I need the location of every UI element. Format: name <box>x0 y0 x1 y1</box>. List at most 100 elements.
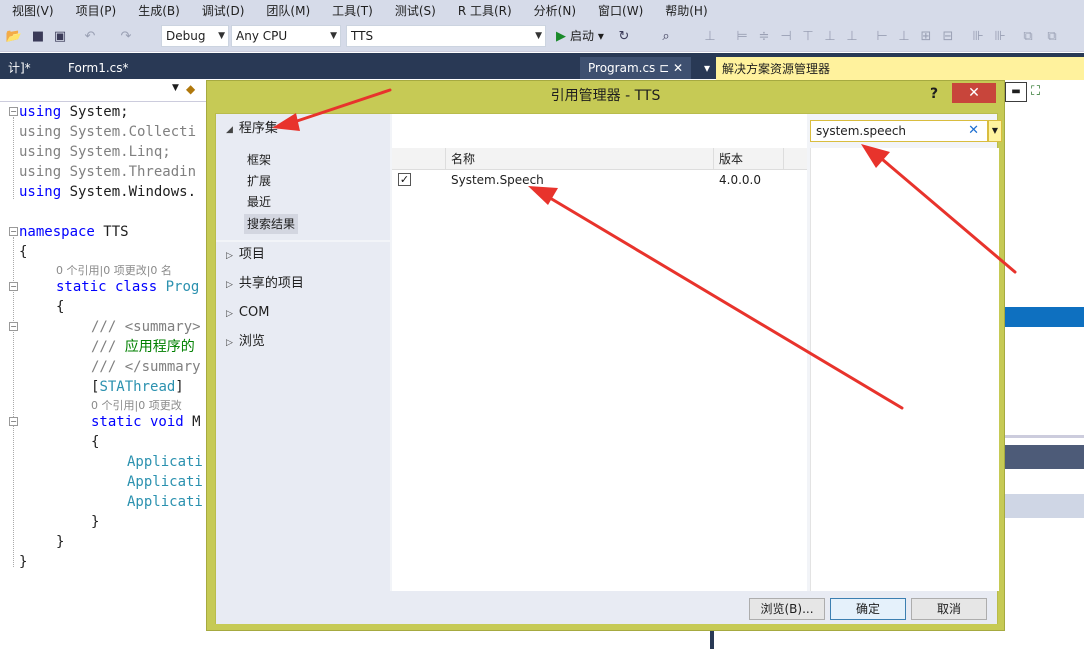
search-input[interactable]: system.speech ✕ <box>810 120 988 142</box>
chevron-down-icon[interactable]: ▾ <box>696 57 718 79</box>
code-line: } <box>56 534 65 550</box>
align-right-icon[interactable]: ⊣ <box>778 28 794 44</box>
search-dropdown[interactable]: ▼ <box>988 120 1002 142</box>
menu-help[interactable]: 帮助(H) <box>653 0 717 22</box>
close-icon[interactable]: ✕ <box>673 61 683 75</box>
start-button[interactable]: ▶ 启动 ▾ <box>556 25 604 47</box>
save-icon[interactable]: ■ <box>30 28 46 44</box>
grid-icon[interactable]: ⊞ <box>918 28 934 44</box>
menu-analyze[interactable]: 分析(N) <box>522 0 586 22</box>
config-value: Debug <box>166 29 206 43</box>
tab-program-label: Program.cs <box>588 61 656 75</box>
project-dropdown[interactable]: TTS ▼ <box>346 25 546 47</box>
collapsed-triangle-icon: ▷ <box>226 280 233 290</box>
menu-view[interactable]: 视图(V) <box>0 0 64 22</box>
nav-recent[interactable]: 最近 <box>244 192 274 212</box>
menu-build[interactable]: 生成(B) <box>126 0 190 22</box>
properties-header <box>1005 445 1084 469</box>
ok-button[interactable]: 确定 <box>830 598 906 620</box>
redo-icon[interactable]: ↷ <box>118 28 134 44</box>
col-name[interactable]: 名称 <box>446 148 714 170</box>
menu-r-tools[interactable]: R 工具(R) <box>446 0 522 22</box>
pin-icon[interactable]: ⊏ <box>659 61 669 75</box>
refresh-icon[interactable]: ↻ <box>616 28 632 44</box>
menu-test[interactable]: 测试(S) <box>383 0 446 22</box>
assembly-list: 名称 版本 ✓ System.Speech 4.0.0.0 <box>392 114 807 591</box>
list-header: 名称 版本 <box>392 148 807 170</box>
menu-project[interactable]: 项目(P) <box>64 0 127 22</box>
code-line: Applicati <box>127 474 203 490</box>
config-dropdown[interactable]: Debug ▼ <box>161 25 229 47</box>
nav-shared-projects[interactable]: ▷ 共享的项目 <box>226 274 304 295</box>
align-left-icon[interactable]: ⊨ <box>734 28 750 44</box>
code-lens[interactable]: 0 个引用|0 项更改|0 名 <box>56 262 172 278</box>
find-icon[interactable]: ⌕ <box>658 28 674 44</box>
code-lens[interactable]: 0 个引用|0 项更改 <box>91 397 182 413</box>
open-folder-icon[interactable]: 📂 <box>6 28 22 44</box>
col-version[interactable]: 版本 <box>714 148 784 170</box>
undo-icon[interactable]: ↶ <box>82 28 98 44</box>
nav-com[interactable]: ▷ COM <box>226 303 269 324</box>
dialog-title: 引用管理器 - TTS <box>550 88 661 104</box>
browse-button[interactable]: 浏览(B)... <box>749 598 825 620</box>
hspace-icon[interactable]: ⊪ <box>970 28 986 44</box>
table-row[interactable]: ✓ System.Speech 4.0.0.0 <box>392 170 807 190</box>
collapse-icon[interactable]: − <box>9 107 18 116</box>
nav-extensions[interactable]: 扩展 <box>244 171 274 191</box>
menu-bar: 视图(V) 项目(P) 生成(B) 调试(D) 团队(M) 工具(T) 测试(S… <box>0 0 1084 22</box>
nav-assemblies[interactable]: ◢ 程序集 <box>216 118 390 140</box>
size-icon[interactable]: ⊥ <box>896 28 912 44</box>
align-bottom-icon[interactable]: ⊥ <box>844 28 860 44</box>
code-line: using System.Threadin <box>19 164 197 180</box>
nav-framework[interactable]: 框架 <box>244 150 274 170</box>
align-center-icon[interactable]: ≑ <box>756 28 772 44</box>
nav-shared-label: 共享的项目 <box>238 276 304 291</box>
navigation-bar[interactable]: ▼ ◆ <box>0 80 206 102</box>
help-button[interactable]: ? <box>924 81 944 107</box>
nav-projects[interactable]: ▷ 项目 <box>226 245 265 266</box>
cancel-button[interactable]: 取消 <box>911 598 987 620</box>
solution-explorer-title: 解决方案资源管理器 <box>716 57 1084 81</box>
collapse-icon[interactable]: − <box>9 282 18 291</box>
pane-divider <box>1005 435 1084 438</box>
col-check[interactable] <box>392 148 446 170</box>
align-middle-icon[interactable]: ⊥ <box>822 28 838 44</box>
nav-browse-label: 浏览 <box>238 334 265 349</box>
menu-debug[interactable]: 调试(D) <box>190 0 255 22</box>
align-icon[interactable]: ⊥ <box>702 28 718 44</box>
size-to-grid-icon[interactable]: ⊟ <box>940 28 956 44</box>
collapse-all-icon[interactable]: ▬ <box>1005 82 1027 102</box>
code-line: { <box>19 244 28 260</box>
code-line: Applicati <box>127 494 203 510</box>
code-line: } <box>19 554 28 570</box>
nav-projects-label: 项目 <box>238 247 265 262</box>
menu-team[interactable]: 团队(M) <box>254 0 320 22</box>
spacing-icon[interactable]: ⊢ <box>874 28 890 44</box>
send-back-icon[interactable]: ⧉ <box>1044 28 1060 44</box>
tab-program[interactable]: Program.cs ⊏ ✕ <box>580 57 692 79</box>
code-line: static void M <box>91 414 201 430</box>
close-button[interactable]: ✕ <box>952 83 996 103</box>
bring-front-icon[interactable]: ⧉ <box>1020 28 1036 44</box>
expanded-triangle-icon: ◢ <box>226 125 233 135</box>
reference-checkbox[interactable]: ✓ <box>398 173 411 186</box>
align-top-icon[interactable]: ⊤ <box>800 28 816 44</box>
save-all-icon[interactable]: ▣ <box>52 28 68 44</box>
menu-window[interactable]: 窗口(W) <box>586 0 653 22</box>
tab-form1[interactable]: Form1.cs* <box>60 57 137 79</box>
selected-tree-item[interactable] <box>1005 307 1084 327</box>
nav-com-label: COM <box>238 305 270 320</box>
collapse-icon[interactable]: − <box>9 227 18 236</box>
nav-search-results[interactable]: 搜索结果 <box>244 214 299 234</box>
collapse-icon[interactable]: − <box>9 417 18 426</box>
nav-browse[interactable]: ▷ 浏览 <box>226 332 265 353</box>
sync-icon[interactable]: ⛶ <box>1031 84 1047 100</box>
category-nav: ◢ 程序集 框架 扩展 最近 搜索结果 ▷ 项目 ▷ 共享的项目 ▷ COM ▷ 浏览 <box>216 114 390 591</box>
menu-tools[interactable]: 工具(T) <box>320 0 383 22</box>
platform-dropdown[interactable]: Any CPU ▼ <box>231 25 341 47</box>
clear-search-icon[interactable]: ✕ <box>968 121 979 141</box>
tab-designer[interactable]: 计]* <box>0 57 39 79</box>
chevron-down-icon[interactable]: ▼ <box>172 83 179 93</box>
collapse-icon[interactable]: − <box>9 322 18 331</box>
vspace-icon[interactable]: ⊪ <box>992 28 1008 44</box>
